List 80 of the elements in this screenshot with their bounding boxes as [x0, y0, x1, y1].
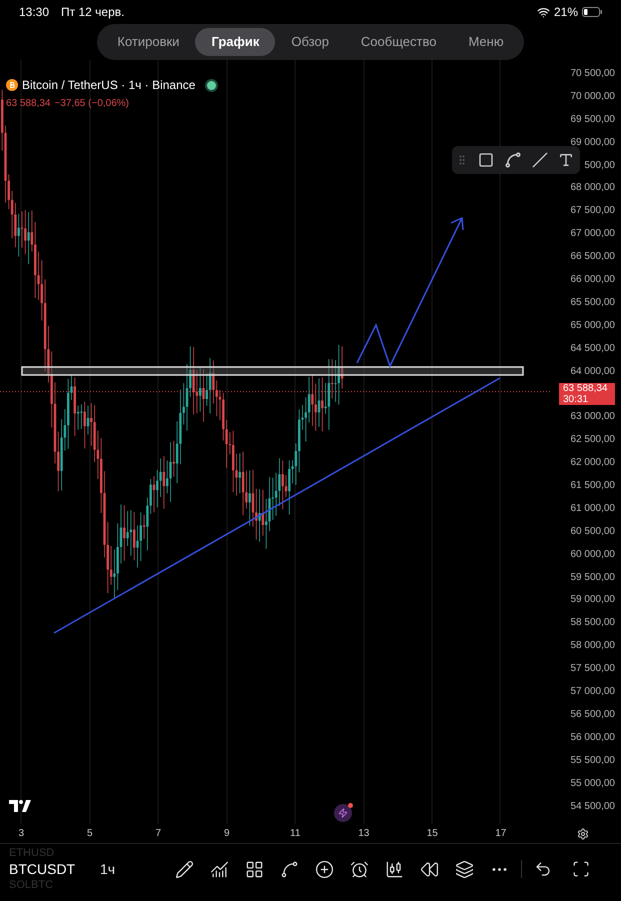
battery-icon: [582, 7, 602, 17]
axis-label: 58 500,00: [570, 617, 615, 630]
axis-label: 65 000,00: [570, 320, 615, 332]
alarm-icon[interactable]: [350, 860, 369, 878]
axis-label: 11: [289, 827, 302, 841]
tab[interactable]: Котировки: [101, 28, 196, 56]
axis-label: 61 500,00: [570, 480, 615, 492]
symbol-title: Bitcoin / TetherUS · 1ч · Binance: [22, 77, 196, 94]
candlestick-icon[interactable]: [385, 860, 404, 878]
axis-label: 70 500,00: [570, 68, 615, 80]
text-icon[interactable]: [558, 152, 574, 168]
tab[interactable]: График: [195, 28, 276, 56]
axis-label: 57 500,00: [570, 663, 615, 676]
last-price: 63 588,34: [6, 97, 50, 111]
axis-label: 5: [86, 827, 94, 841]
rectangle-icon[interactable]: [478, 152, 494, 168]
add-icon[interactable]: [315, 860, 334, 878]
rewind-icon[interactable]: [420, 860, 439, 878]
axis-label: 67 000,00: [570, 228, 615, 240]
axis-label: 69 000,00: [570, 136, 615, 149]
axis-label: 68 000,00: [570, 182, 615, 194]
pencil-icon[interactable]: [175, 860, 194, 878]
chart-icon[interactable]: [210, 860, 229, 878]
axis-label: 59 000,00: [570, 594, 615, 606]
trend-line[interactable]: [54, 377, 500, 634]
axis-label: 54 500,00: [570, 800, 615, 812]
axis-label: 9: [222, 827, 231, 841]
axis-label: 64 500,00: [570, 342, 615, 355]
axis-label: 59 500,00: [570, 572, 615, 584]
axis-label: 56 000,00: [570, 732, 615, 744]
coin-icon: [6, 79, 18, 91]
logo-icon: [9, 800, 31, 812]
line-icon[interactable]: [532, 152, 548, 168]
tab[interactable]: Сообщество: [344, 28, 452, 56]
status-date: Пт 12 черв.: [61, 4, 124, 21]
interval-button[interactable]: 1ч: [100, 858, 160, 880]
lightning-icon: [338, 808, 348, 818]
battery-percent: 21%: [554, 4, 578, 21]
axis-label: 60 500,00: [570, 526, 615, 538]
axis-label: 61 000,00: [570, 502, 615, 515]
fullscreen-icon[interactable]: [572, 860, 590, 878]
undo-icon[interactable]: [534, 860, 552, 878]
axis-label: 63 000,00: [570, 411, 615, 424]
axis-label: 64 000,00: [570, 366, 615, 378]
path-icon[interactable]: [504, 151, 522, 169]
axis-label: 500,00: [584, 160, 615, 172]
axis-label: 69 500,00: [570, 114, 615, 126]
axis-label: 67 500,00: [570, 205, 615, 218]
status-time: 13:30: [19, 4, 50, 21]
axis-label: 70 000,00: [570, 90, 615, 103]
price-change: −37,65 (−0,06%): [54, 97, 129, 111]
layers-icon[interactable]: [455, 860, 474, 878]
axis-label: 55 500,00: [570, 754, 615, 767]
symbol-picker-item[interactable]: BTCUSDT: [9, 861, 80, 877]
axis-label: 55 000,00: [570, 778, 615, 790]
axis-label: 13: [357, 827, 370, 841]
wifi-icon: [536, 6, 550, 18]
axis-label: 62 000,00: [570, 457, 615, 470]
axis-label: 66 500,00: [570, 251, 615, 264]
axis-label: 62 500,00: [570, 434, 615, 446]
grid-icon[interactable]: [245, 860, 264, 878]
lightning-button[interactable]: [334, 804, 352, 822]
axis-label: 65 500,00: [570, 296, 615, 309]
price-tag-countdown: 30:31: [563, 394, 590, 405]
axis-label: 15: [426, 827, 439, 841]
trend-icon[interactable]: [280, 860, 299, 878]
axis-label: 57 000,00: [570, 686, 615, 698]
price-tag-value: 63 588,34: [563, 383, 608, 394]
axis-label: 3: [17, 827, 26, 841]
tab[interactable]: Обзор: [275, 28, 345, 56]
axis-label: 58 000,00: [570, 640, 615, 652]
horizontal-zone[interactable]: [21, 366, 524, 376]
settings-icon[interactable]: [577, 828, 589, 840]
axis-label: 17: [494, 827, 508, 841]
axis-label: 60 000,00: [570, 548, 615, 561]
axis-label: 7: [154, 827, 162, 841]
tab[interactable]: Меню: [452, 28, 520, 56]
axis-label: 66 000,00: [570, 274, 615, 286]
arrow-path[interactable]: [356, 216, 464, 368]
axis-label: 56 500,00: [570, 708, 615, 721]
